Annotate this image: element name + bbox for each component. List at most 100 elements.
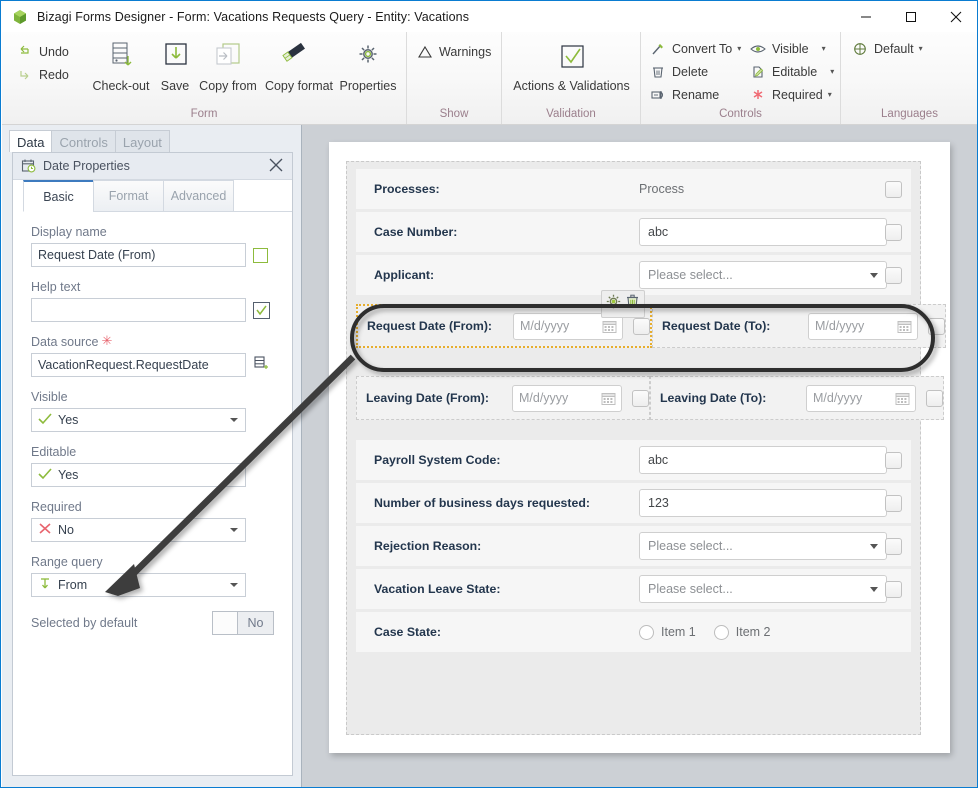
leaving-date-to-cell[interactable]: Leaving Date (To): M/d/yyyy <box>650 376 944 420</box>
case-state-radio-2[interactable] <box>713 624 729 640</box>
applicant-select[interactable]: Please select... <box>639 261 887 289</box>
display-name-label: Display name <box>31 225 107 239</box>
request-date-from-label: Request Date (From): <box>367 319 493 333</box>
warnings-label: Warnings <box>439 45 492 59</box>
copy-from-label: Copy from <box>199 79 257 93</box>
data-source-input[interactable]: VacationRequest.RequestDate <box>31 353 246 377</box>
leaving-date-from-label: Leaving Date (From): <box>366 391 489 405</box>
check-out-button[interactable]: Check-out <box>90 38 152 93</box>
convert-to-button[interactable]: Convert To ▾ <box>649 41 741 57</box>
leaving-date-to-checkbox[interactable] <box>926 389 943 407</box>
chevron-down-icon[interactable]: ▾ <box>737 45 741 53</box>
close-button[interactable] <box>933 2 977 32</box>
subtab-format[interactable]: Format <box>93 180 164 212</box>
control-hover-toolbar[interactable] <box>601 290 645 318</box>
visible-select[interactable]: Yes <box>31 408 246 432</box>
request-date-from-checkbox[interactable] <box>633 317 650 335</box>
case-state-label: Case State: <box>374 625 441 639</box>
properties-header: Date Properties <box>13 153 292 180</box>
maximize-button[interactable] <box>888 2 933 32</box>
business-days-input[interactable]: 123 <box>639 489 887 517</box>
required-select[interactable]: No <box>31 518 246 542</box>
help-text-checkbox[interactable] <box>253 301 270 319</box>
request-date-to-label: Request Date (To): <box>662 319 771 333</box>
display-name-row: Request Date (From) <box>31 243 274 267</box>
calendar-icon[interactable] <box>897 319 912 337</box>
form-row-applicant[interactable]: Applicant: Please select... <box>356 255 911 295</box>
properties-button[interactable]: Properties <box>335 38 401 93</box>
copy-from-button[interactable]: Copy from <box>192 38 264 93</box>
form-row-rejection-reason[interactable]: Rejection Reason: Please select... <box>356 526 911 566</box>
case-state-radio-1[interactable] <box>639 624 654 640</box>
range-from-icon <box>38 577 52 593</box>
payroll-system-code-input[interactable]: abc <box>639 446 887 474</box>
editable-button[interactable]: Editable ▾ <box>749 64 834 80</box>
editable-select[interactable]: Yes <box>31 463 246 487</box>
display-name-toggle-checkbox[interactable] <box>253 247 268 263</box>
actions-validations-button[interactable]: Actions & Validations <box>506 38 637 93</box>
case-number-input[interactable]: abc <box>639 218 887 246</box>
applicant-row-checkbox[interactable] <box>885 267 902 284</box>
editable-field-label: Editable <box>31 445 77 459</box>
rename-label: Rename <box>672 88 720 102</box>
leaving-date-to-input[interactable]: M/d/yyyy <box>806 384 916 412</box>
close-icon[interactable] <box>268 157 284 178</box>
payroll-system-code-row-checkbox[interactable] <box>885 452 902 469</box>
form-row-payroll-system-code[interactable]: Payroll System Code: abc <box>356 440 911 480</box>
leaving-date-from-cell[interactable]: Leaving Date (From): M/d/yyyy <box>356 376 650 420</box>
display-name-input[interactable]: Request Date (From) <box>31 243 246 267</box>
case-number-row-checkbox[interactable] <box>885 224 902 241</box>
help-text-input[interactable] <box>31 298 246 322</box>
request-date-to-input[interactable]: M/d/yyyy <box>808 312 918 340</box>
chevron-down-icon[interactable]: ▾ <box>919 45 923 53</box>
vacation-leave-state-select[interactable]: Please select... <box>639 575 887 603</box>
request-date-to-checkbox[interactable] <box>928 317 945 335</box>
form-row-request-date[interactable]: Request Date (From): M/d/yyyy Request Da… <box>356 290 946 348</box>
subtab-advanced[interactable]: Advanced <box>163 180 234 212</box>
rename-button[interactable]: Rename <box>649 87 719 103</box>
request-date-to-cell[interactable]: Request Date (To): M/d/yyyy <box>652 304 946 348</box>
ribbon-group-languages-label: Languages <box>881 108 938 120</box>
trash-icon[interactable] <box>624 293 641 315</box>
form-row-case-number[interactable]: Case Number: abc <box>356 212 911 252</box>
required-button[interactable]: Required ▾ <box>749 87 832 103</box>
calendar-icon[interactable] <box>602 319 617 337</box>
business-days-row-checkbox[interactable] <box>885 495 902 512</box>
form-row-case-state[interactable]: Case State: Item 1 Item 2 <box>356 612 911 652</box>
form-row-processes[interactable]: Processes: Process <box>356 169 911 209</box>
visible-button[interactable]: Visible ▾ <box>749 41 826 57</box>
selected-by-default-toggle[interactable]: No <box>212 611 274 635</box>
subtab-basic[interactable]: Basic <box>23 180 94 212</box>
chevron-down-icon[interactable]: ▾ <box>822 45 826 53</box>
processes-row-checkbox[interactable] <box>885 181 902 198</box>
default-language-button[interactable]: Default ▾ <box>851 41 923 57</box>
date-properties-dialog: Date Properties Basic Format Advanced Di… <box>12 152 293 776</box>
redo-button[interactable]: Redo <box>16 67 69 83</box>
warnings-button[interactable]: Warnings <box>416 44 491 60</box>
chevron-down-icon[interactable]: ▾ <box>828 91 832 99</box>
minimize-button[interactable] <box>843 2 888 32</box>
range-query-select[interactable]: From <box>31 573 246 597</box>
database-add-icon[interactable] <box>253 355 269 376</box>
delete-button[interactable]: Delete <box>649 64 708 80</box>
ribbon-group-form-label: Form <box>190 108 218 120</box>
request-date-from-cell[interactable]: Request Date (From): M/d/yyyy <box>356 290 652 348</box>
tab-data[interactable]: Data <box>9 130 53 152</box>
form-row-business-days[interactable]: Number of business days requested: 123 <box>356 483 911 523</box>
calendar-icon[interactable] <box>895 391 910 409</box>
tab-layout[interactable]: Layout <box>114 130 170 152</box>
rejection-reason-select[interactable]: Please select... <box>639 532 887 560</box>
undo-button[interactable]: Undo <box>16 44 69 60</box>
vacation-leave-state-row-checkbox[interactable] <box>885 581 902 598</box>
rejection-reason-row-checkbox[interactable] <box>885 538 902 555</box>
calendar-icon[interactable] <box>601 391 616 409</box>
form-row-leaving-date[interactable]: Leaving Date (From): M/d/yyyy Leaving Da… <box>356 376 944 420</box>
chevron-down-icon[interactable]: ▾ <box>830 68 834 76</box>
copy-format-button[interactable]: Copy format <box>261 38 337 93</box>
leaving-date-from-checkbox[interactable] <box>632 389 649 407</box>
gear-icon[interactable] <box>605 293 622 315</box>
form-row-vacation-leave-state[interactable]: Vacation Leave State: Please select... <box>356 569 911 609</box>
tab-controls[interactable]: Controls <box>51 130 116 152</box>
leaving-date-from-input[interactable]: M/d/yyyy <box>512 384 622 412</box>
ribbon-group-controls: Convert To ▾ Delete Rename Visible ▾ Edi… <box>641 32 841 124</box>
